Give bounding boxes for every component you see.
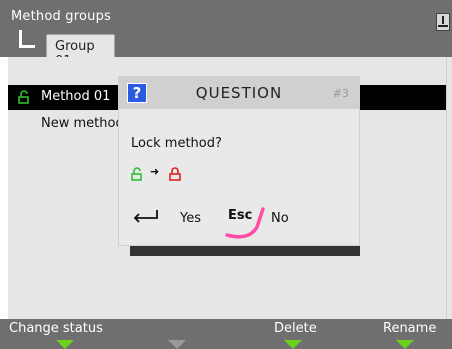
screen: Method groups Group 01 Method 01 New met… xyxy=(0,0,452,349)
lock-open-icon xyxy=(131,167,142,181)
softkey-change-status[interactable]: Change status xyxy=(9,321,103,336)
page-title: Method groups xyxy=(11,9,112,24)
save-icon[interactable] xyxy=(436,13,450,31)
tree-branch-icon xyxy=(19,30,35,48)
list-item-label[interactable]: New method xyxy=(41,116,124,131)
dialog-title: QUESTION xyxy=(195,84,283,102)
header-bar: Method groups Group 01 xyxy=(0,0,452,69)
no-button[interactable]: No xyxy=(271,211,289,226)
softkey-indicator-1 xyxy=(56,340,74,349)
yes-button[interactable]: Yes xyxy=(180,211,201,226)
softkey-indicator-3 xyxy=(284,340,302,349)
list-item-label[interactable]: Method 01 xyxy=(41,89,110,104)
dialog-number: #3 xyxy=(332,87,349,100)
enter-icon[interactable] xyxy=(131,209,159,223)
lock-open-icon xyxy=(18,90,29,104)
question-dialog: ? QUESTION #3 Lock method? ➜ Yes Esc No xyxy=(118,76,360,246)
softkey-delete[interactable]: Delete xyxy=(274,321,317,336)
softkey-indicator-2 xyxy=(168,340,186,349)
softkey-indicator-4 xyxy=(396,340,414,349)
dialog-message: Lock method? xyxy=(131,136,222,151)
arrow-right-icon: ➜ xyxy=(150,165,160,178)
esc-button[interactable]: Esc xyxy=(228,208,252,223)
scrollbar[interactable] xyxy=(446,57,452,319)
lock-closed-icon xyxy=(169,167,181,181)
softkey-rename[interactable]: Rename xyxy=(383,321,436,336)
tab-group-01[interactable]: Group 01 xyxy=(46,34,115,69)
dialog-header: ? QUESTION #3 xyxy=(119,77,359,109)
lock-transition: ➜ xyxy=(131,165,191,181)
